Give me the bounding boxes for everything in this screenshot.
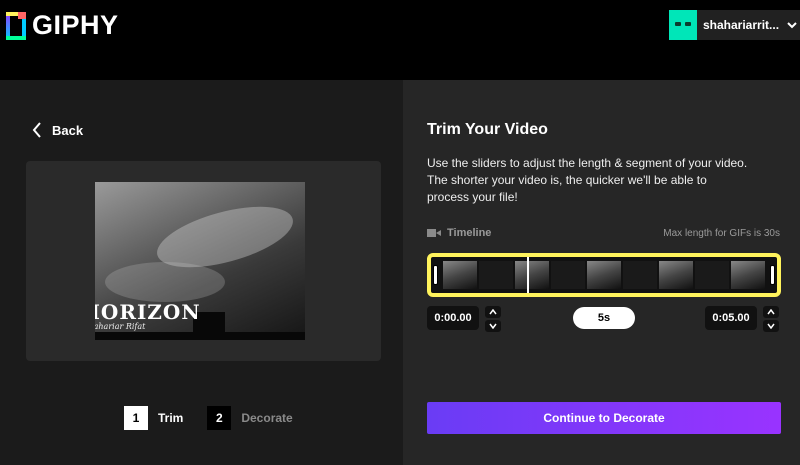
playhead[interactable] [527, 257, 529, 293]
timeline-label: Timeline [447, 227, 492, 239]
trim-panel: Trim Your Video Use the sliders to adjus… [403, 80, 800, 465]
user-menu[interactable]: shahariarrit... [669, 10, 800, 40]
chevron-up-icon [489, 309, 497, 315]
video-camera-icon [427, 229, 441, 237]
step-indicator: 1 Trim 2 Decorate [124, 406, 293, 430]
trim-description: Use the sliders to adjust the length & s… [427, 156, 748, 204]
end-time-field[interactable]: 0:05.00 [705, 306, 757, 330]
avatar [669, 10, 697, 40]
video-preview[interactable]: • · · · HORIZON Shahariar Rifat [95, 182, 305, 340]
end-time-increment[interactable] [763, 306, 779, 318]
timeline-frame [659, 261, 693, 289]
trim-slider[interactable] [427, 253, 781, 297]
logo-text: GIPHY [32, 10, 119, 40]
chevron-down-icon [767, 323, 775, 329]
start-time-stepper [485, 306, 501, 332]
username: shahariarrit... [703, 18, 780, 32]
trim-end-handle[interactable] [770, 265, 775, 285]
timeline-frame [587, 261, 621, 289]
start-time-field[interactable]: 0:00.00 [427, 306, 479, 330]
giphy-logo-icon [6, 11, 26, 40]
start-time-decrement[interactable] [485, 320, 501, 332]
page-title: Trim Your Video [427, 121, 548, 138]
timeline-frame [515, 261, 549, 289]
timeline-frame [443, 261, 477, 289]
top-header: GIPHY shahariarrit... [0, 0, 800, 80]
step-1-label[interactable]: Trim [158, 411, 183, 425]
step-2-number[interactable]: 2 [207, 406, 232, 430]
start-time-increment[interactable] [485, 306, 501, 318]
step-1-number[interactable]: 1 [124, 406, 148, 430]
chevron-down-icon [489, 323, 497, 329]
end-time-decrement[interactable] [763, 320, 779, 332]
timeline-frame [479, 261, 513, 289]
timeline-frames [443, 261, 765, 289]
chevron-up-icon [767, 309, 775, 315]
trim-start-handle[interactable] [433, 265, 438, 285]
overlay-title: HORIZON [95, 300, 201, 324]
preview-panel: Back • · · · HORIZON Shahariar Rifat 1 T… [0, 80, 403, 465]
back-button[interactable]: Back [32, 122, 83, 138]
duration-pill: 5s [573, 307, 635, 329]
timeline-frame [623, 261, 657, 289]
end-time-stepper [763, 306, 779, 332]
timeline-header: Timeline [427, 227, 491, 239]
video-preview-card: • · · · HORIZON Shahariar Rifat [26, 161, 381, 361]
chevron-down-icon [787, 22, 797, 29]
max-length-note: Max length for GIFs is 30s [663, 228, 780, 239]
back-label: Back [52, 122, 84, 138]
step-2-label[interactable]: Decorate [241, 411, 292, 425]
chevron-left-icon [32, 122, 41, 138]
continue-to-decorate-button[interactable]: Continue to Decorate [427, 402, 781, 434]
timeline-frame [695, 261, 729, 289]
overlay-signature: Shahariar Rifat [95, 322, 146, 331]
timeline-frame [731, 261, 765, 289]
giphy-logo[interactable]: GIPHY [6, 10, 119, 41]
timeline-frame [551, 261, 585, 289]
